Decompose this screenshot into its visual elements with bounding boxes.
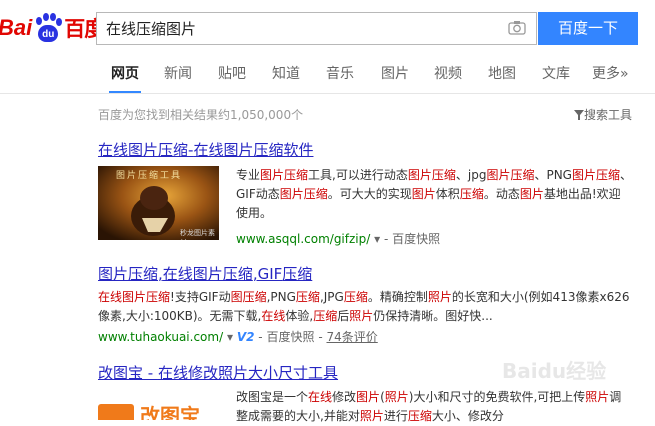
- search-box: [96, 12, 537, 45]
- thumb-caption: 改图宝: [140, 404, 200, 420]
- result-title[interactable]: 图片压缩,在线图片压缩,GIF压缩: [98, 263, 312, 284]
- nav-tabs: 网页 新闻 贴吧 知道 音乐 图片 视频 地图 文库 更多»: [0, 60, 655, 94]
- paw-icon: du: [33, 13, 63, 43]
- search-button[interactable]: 百度一下: [538, 12, 638, 45]
- filter-icon: [574, 110, 584, 120]
- logo-du-text: du: [42, 29, 55, 40]
- tab-map[interactable]: 地图: [488, 65, 516, 93]
- result-url[interactable]: www.asqql.com/gifzip/: [236, 232, 370, 246]
- title-part: 软件: [283, 141, 314, 159]
- title-part: 修改: [187, 364, 218, 382]
- tab-video[interactable]: 视频: [434, 65, 462, 93]
- result-count: 百度为您找到相关结果约1,050,000个: [98, 108, 304, 122]
- dropdown-arrow-icon[interactable]: ▾: [374, 232, 380, 246]
- cache-link[interactable]: 百度快照: [266, 330, 314, 344]
- title-part: -: [143, 364, 158, 382]
- thumb-caption: 图片压缩工具: [116, 171, 183, 181]
- result-url[interactable]: www.tuhaokuai.com/: [98, 330, 223, 344]
- result-3: 改图宝 - 在线修改照片大小尺寸工具: [98, 362, 338, 383]
- baidu-jingyan-watermark: Baidu经验: [502, 359, 607, 383]
- title-part: 大小尺寸工具: [248, 364, 339, 382]
- title-part: 改图宝: [98, 364, 144, 382]
- tab-images[interactable]: 图片: [381, 65, 409, 93]
- tab-more[interactable]: 更多»: [592, 65, 629, 93]
- result-abstract: 在线图片压缩!支持GIF动图压缩,PNG压缩,JPG压缩。精确控制照片的长宽和大…: [98, 290, 630, 323]
- title-part: 在线图片压缩: [162, 265, 253, 283]
- tab-zhidao[interactable]: 知道: [272, 65, 300, 93]
- tab-web[interactable]: 网页: [109, 65, 141, 93]
- thumb-credit: 秒龙图片素材: [180, 229, 215, 240]
- tab-wenku[interactable]: 文库: [542, 65, 570, 93]
- search-input[interactable]: [97, 13, 497, 44]
- title-part: 压缩: [282, 265, 313, 283]
- dropdown-arrow-icon[interactable]: ▾: [227, 330, 233, 344]
- tab-tieba[interactable]: 贴吧: [218, 65, 246, 93]
- logo-text-latin: Bai: [0, 15, 33, 40]
- title-part: 在线图片压缩: [193, 141, 284, 159]
- result-url-line: www.tuhaokuai.com/ ▾ V2 - 百度快照 - 74条评价: [98, 330, 378, 344]
- result-thumbnail[interactable]: 改图宝: [98, 392, 219, 420]
- result-thumbnail[interactable]: 图片压缩工具 秒龙图片素材: [98, 166, 219, 240]
- title-part: 在线: [157, 364, 188, 382]
- search-tools-label: 搜索工具: [584, 108, 633, 122]
- title-part: ,GIF: [252, 265, 283, 283]
- gaitubao-logo-icon: [98, 404, 134, 420]
- result-abstract: 专业图片压缩工具,可以进行动态图片压缩、jpg图片压缩、PNG图片压缩、GIF动…: [236, 168, 633, 220]
- result-title[interactable]: 在线图片压缩-在线图片压缩软件: [98, 139, 313, 160]
- baidu-logo[interactable]: Bai du 百度: [0, 10, 105, 46]
- title-part: 在线图片压缩: [98, 141, 189, 159]
- tab-news[interactable]: 新闻: [164, 65, 192, 93]
- cache-link[interactable]: 百度快照: [392, 232, 440, 246]
- v2-badge-icon[interactable]: V2: [237, 330, 255, 344]
- reviews-link[interactable]: 74条评价: [326, 330, 377, 344]
- result-url-line: www.asqql.com/gifzip/ ▾ - 百度快照: [236, 232, 441, 246]
- title-part: 照片: [218, 364, 249, 382]
- title-part: 图片压缩: [98, 265, 159, 283]
- camera-icon[interactable]: [508, 20, 526, 35]
- result-1: 在线图片压缩-在线图片压缩软件: [98, 139, 313, 160]
- search-tools-button[interactable]: 搜索工具: [574, 106, 632, 123]
- tab-music[interactable]: 音乐: [326, 65, 354, 93]
- result-2: 图片压缩,在线图片压缩,GIF压缩: [98, 263, 312, 284]
- result-title[interactable]: 改图宝 - 在线修改照片大小尺寸工具: [98, 362, 338, 383]
- top-bar: Bai du 百度 百度一下: [0, 0, 655, 56]
